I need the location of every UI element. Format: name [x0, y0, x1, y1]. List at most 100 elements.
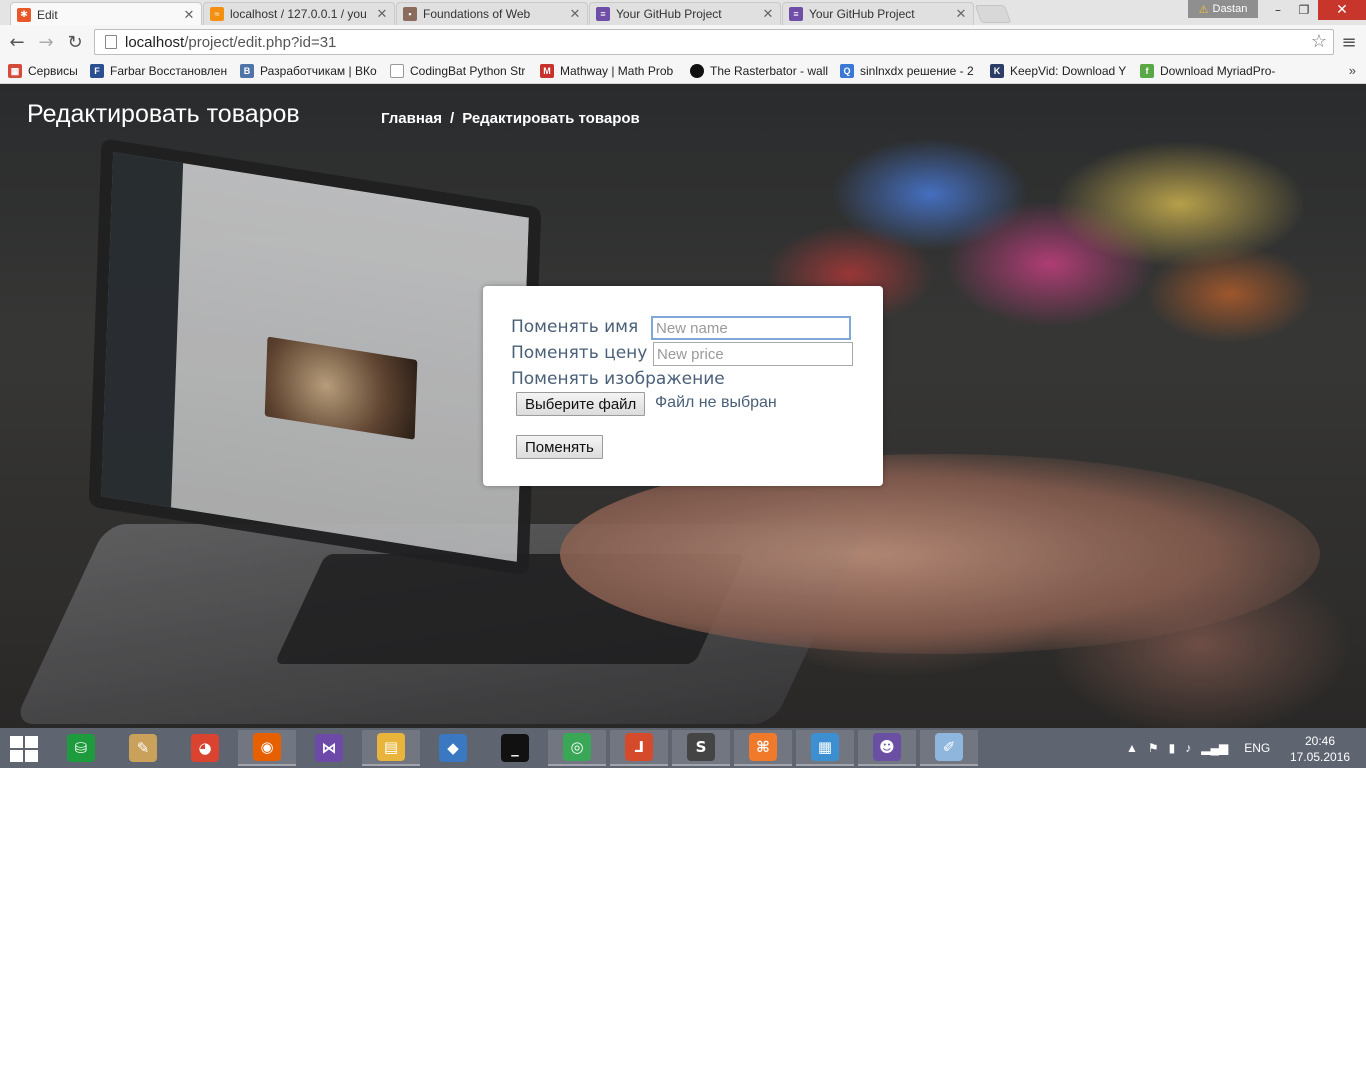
tab-edit[interactable]: ✱ Edit ✕ — [10, 2, 202, 26]
volume-icon[interactable]: ♪ — [1185, 741, 1191, 755]
bookmark-codingbat[interactable]: CodingBat Python Str — [390, 62, 530, 80]
chrome-icon: ◎ — [563, 733, 591, 761]
minimize-button[interactable]: – — [1265, 0, 1291, 20]
tab-github-project-1[interactable]: ≡ Your GitHub Project ✕ — [589, 2, 781, 25]
url-path: /project/edit.php?id=31 — [184, 33, 337, 51]
sublime-text-icon: S — [687, 733, 715, 761]
edit-product-form: Поменять имя Поменять цену Поменять изоб… — [483, 286, 883, 486]
pdf-reader-icon: ⅃ — [625, 733, 653, 761]
breadcrumb-separator: / — [450, 110, 455, 127]
back-button[interactable]: ← — [6, 31, 28, 53]
tab-title: Your GitHub Project — [809, 7, 915, 21]
clock-date: 17.05.2016 — [1289, 750, 1351, 764]
bookmark-rasterbator[interactable]: The Rasterbator - wall — [690, 62, 828, 80]
tab-title: Edit — [37, 7, 58, 22]
bookmark-services[interactable]: ▦ Сервисы — [8, 62, 84, 80]
project-list-icon: ≡ — [596, 7, 610, 21]
battery-icon[interactable]: ▮ — [1169, 741, 1176, 755]
keepvid-icon: K — [990, 64, 1004, 78]
network-icon[interactable]: ▂▄▆ — [1201, 741, 1228, 755]
close-icon[interactable]: ✕ — [955, 6, 967, 22]
mathway-icon: M — [540, 64, 554, 78]
close-icon[interactable]: ✕ — [183, 7, 195, 23]
bookmark-mathway[interactable]: M Mathway | Math Prob — [540, 62, 678, 80]
windows-start-icon[interactable] — [10, 736, 38, 762]
taskbar-item-picasa[interactable]: ◕ — [176, 730, 234, 766]
taskbar-item-file-explorer[interactable]: ▤ — [362, 730, 420, 766]
paint-scroll-icon: ✎ — [129, 734, 157, 762]
taskbar-item-xampp[interactable]: ⌘ — [734, 730, 792, 766]
page-icon — [390, 64, 404, 78]
project-list-icon: ≡ — [789, 7, 803, 21]
search-icon: Q — [840, 64, 854, 78]
github-desktop-icon: ☻ — [873, 733, 901, 761]
bookmarks-bar: ▦ Сервисы F Farbar Восстановлен В Разраб… — [0, 58, 1366, 84]
font-download-icon: f — [1140, 64, 1154, 78]
taskbar-item-control-panel[interactable]: ▦ — [796, 730, 854, 766]
bookmark-farbar[interactable]: F Farbar Восстановлен — [90, 62, 230, 80]
menu-icon[interactable]: ≡ — [1340, 31, 1358, 53]
bookmark-sinlnxdx[interactable]: Q sinlnxdx решение - 2 — [840, 62, 976, 80]
name-input[interactable] — [651, 316, 851, 340]
taskbar-item-github-desktop[interactable]: ☻ — [858, 730, 916, 766]
close-icon[interactable]: ✕ — [376, 6, 388, 22]
tab-title: Foundations of Web — [423, 7, 531, 21]
image-label: Поменять изображение — [511, 369, 725, 389]
tab-strip: ✱ Edit ✕ ≈ localhost / 127.0.0.1 / you ✕… — [0, 0, 1366, 26]
taskbar-item-firefox[interactable]: ◉ — [238, 730, 296, 766]
taskbar-item-pdf-reader[interactable]: ⅃ — [610, 730, 668, 766]
tab-foundations[interactable]: ▪ Foundations of Web ✕ — [396, 2, 588, 25]
bookmark-star-icon[interactable]: ☆ — [1311, 31, 1327, 52]
close-icon[interactable]: ✕ — [762, 6, 774, 22]
tab-title: Your GitHub Project — [616, 7, 722, 21]
apps-grid-icon: ▦ — [8, 64, 22, 78]
bookmark-keepvid[interactable]: K KeepVid: Download Y — [990, 62, 1126, 80]
desktop-screen: ✱ Edit ✕ ≈ localhost / 127.0.0.1 / you ✕… — [0, 0, 1366, 768]
new-tab-button[interactable] — [974, 5, 1012, 23]
page-icon — [105, 35, 117, 49]
control-panel-icon: ▦ — [811, 733, 839, 761]
breadcrumb-home-link[interactable]: Главная — [381, 110, 442, 127]
bookmark-vk[interactable]: В Разработчикам | ВКо — [240, 62, 378, 80]
price-input[interactable] — [653, 342, 853, 366]
tab-phpmyadmin[interactable]: ≈ localhost / 127.0.0.1 / you ✕ — [203, 2, 395, 25]
rasterbator-icon — [690, 64, 704, 78]
window-close-button[interactable]: ✕ — [1318, 0, 1366, 20]
submit-button[interactable]: Поменять — [516, 435, 603, 459]
picasa-icon: ◕ — [191, 734, 219, 762]
taskbar-item-sublime-text[interactable]: S — [672, 730, 730, 766]
name-label: Поменять имя — [511, 317, 639, 337]
page-title: Редактировать товаров — [27, 100, 300, 128]
reload-button[interactable]: ↻ — [64, 31, 86, 53]
taskbar-item-virtualbox[interactable]: ◆ — [424, 730, 482, 766]
action-center-icon[interactable]: ⚑ — [1148, 741, 1159, 755]
tab-github-project-2[interactable]: ≡ Your GitHub Project ✕ — [782, 2, 974, 25]
visual-studio-icon: ⋈ — [315, 734, 343, 762]
forward-button[interactable]: → — [35, 31, 57, 53]
taskbar-item-paint[interactable]: ✐ — [920, 730, 978, 766]
choose-file-button[interactable]: Выберите файл — [516, 392, 646, 416]
taskbar-item-visual-studio[interactable]: ⋈ — [300, 730, 358, 766]
page-viewport: Редактировать товаров Главная / Редактир… — [0, 84, 1366, 728]
close-icon[interactable]: ✕ — [569, 6, 581, 22]
profile-badge[interactable]: ⚠ Dastan — [1188, 0, 1258, 18]
course-icon: ▪ — [403, 7, 417, 21]
bookmarks-overflow-icon[interactable]: » — [1349, 63, 1356, 78]
address-bar[interactable]: localhost /project/edit.php?id=31 ☆ — [94, 29, 1334, 55]
taskbar-item-store[interactable]: ⛁ — [52, 730, 110, 766]
file-explorer-icon: ▤ — [377, 733, 405, 761]
restore-button[interactable]: ❐ — [1291, 0, 1317, 20]
system-tray: ▲ ⚑ ▮ ♪ ▂▄▆ ENG — [1126, 728, 1270, 768]
taskbar-item-paint-scroll[interactable]: ✎ — [114, 730, 172, 766]
bookmark-farbar-icon: F — [90, 64, 104, 78]
store-icon: ⛁ — [67, 734, 95, 762]
taskbar-item-chrome[interactable]: ◎ — [548, 730, 606, 766]
taskbar-item-command-prompt[interactable]: _ — [486, 730, 544, 766]
xampp-icon: ⌘ — [749, 733, 777, 761]
language-indicator[interactable]: ENG — [1244, 741, 1270, 755]
bookmark-myriadpro[interactable]: f Download MyriadPro- — [1140, 62, 1276, 80]
profile-name: Dastan — [1212, 3, 1248, 15]
warning-icon: ⚠ — [1198, 3, 1209, 16]
clock[interactable]: 20:46 17.05.2016 — [1288, 733, 1352, 765]
tray-overflow-icon[interactable]: ▲ — [1126, 741, 1138, 755]
